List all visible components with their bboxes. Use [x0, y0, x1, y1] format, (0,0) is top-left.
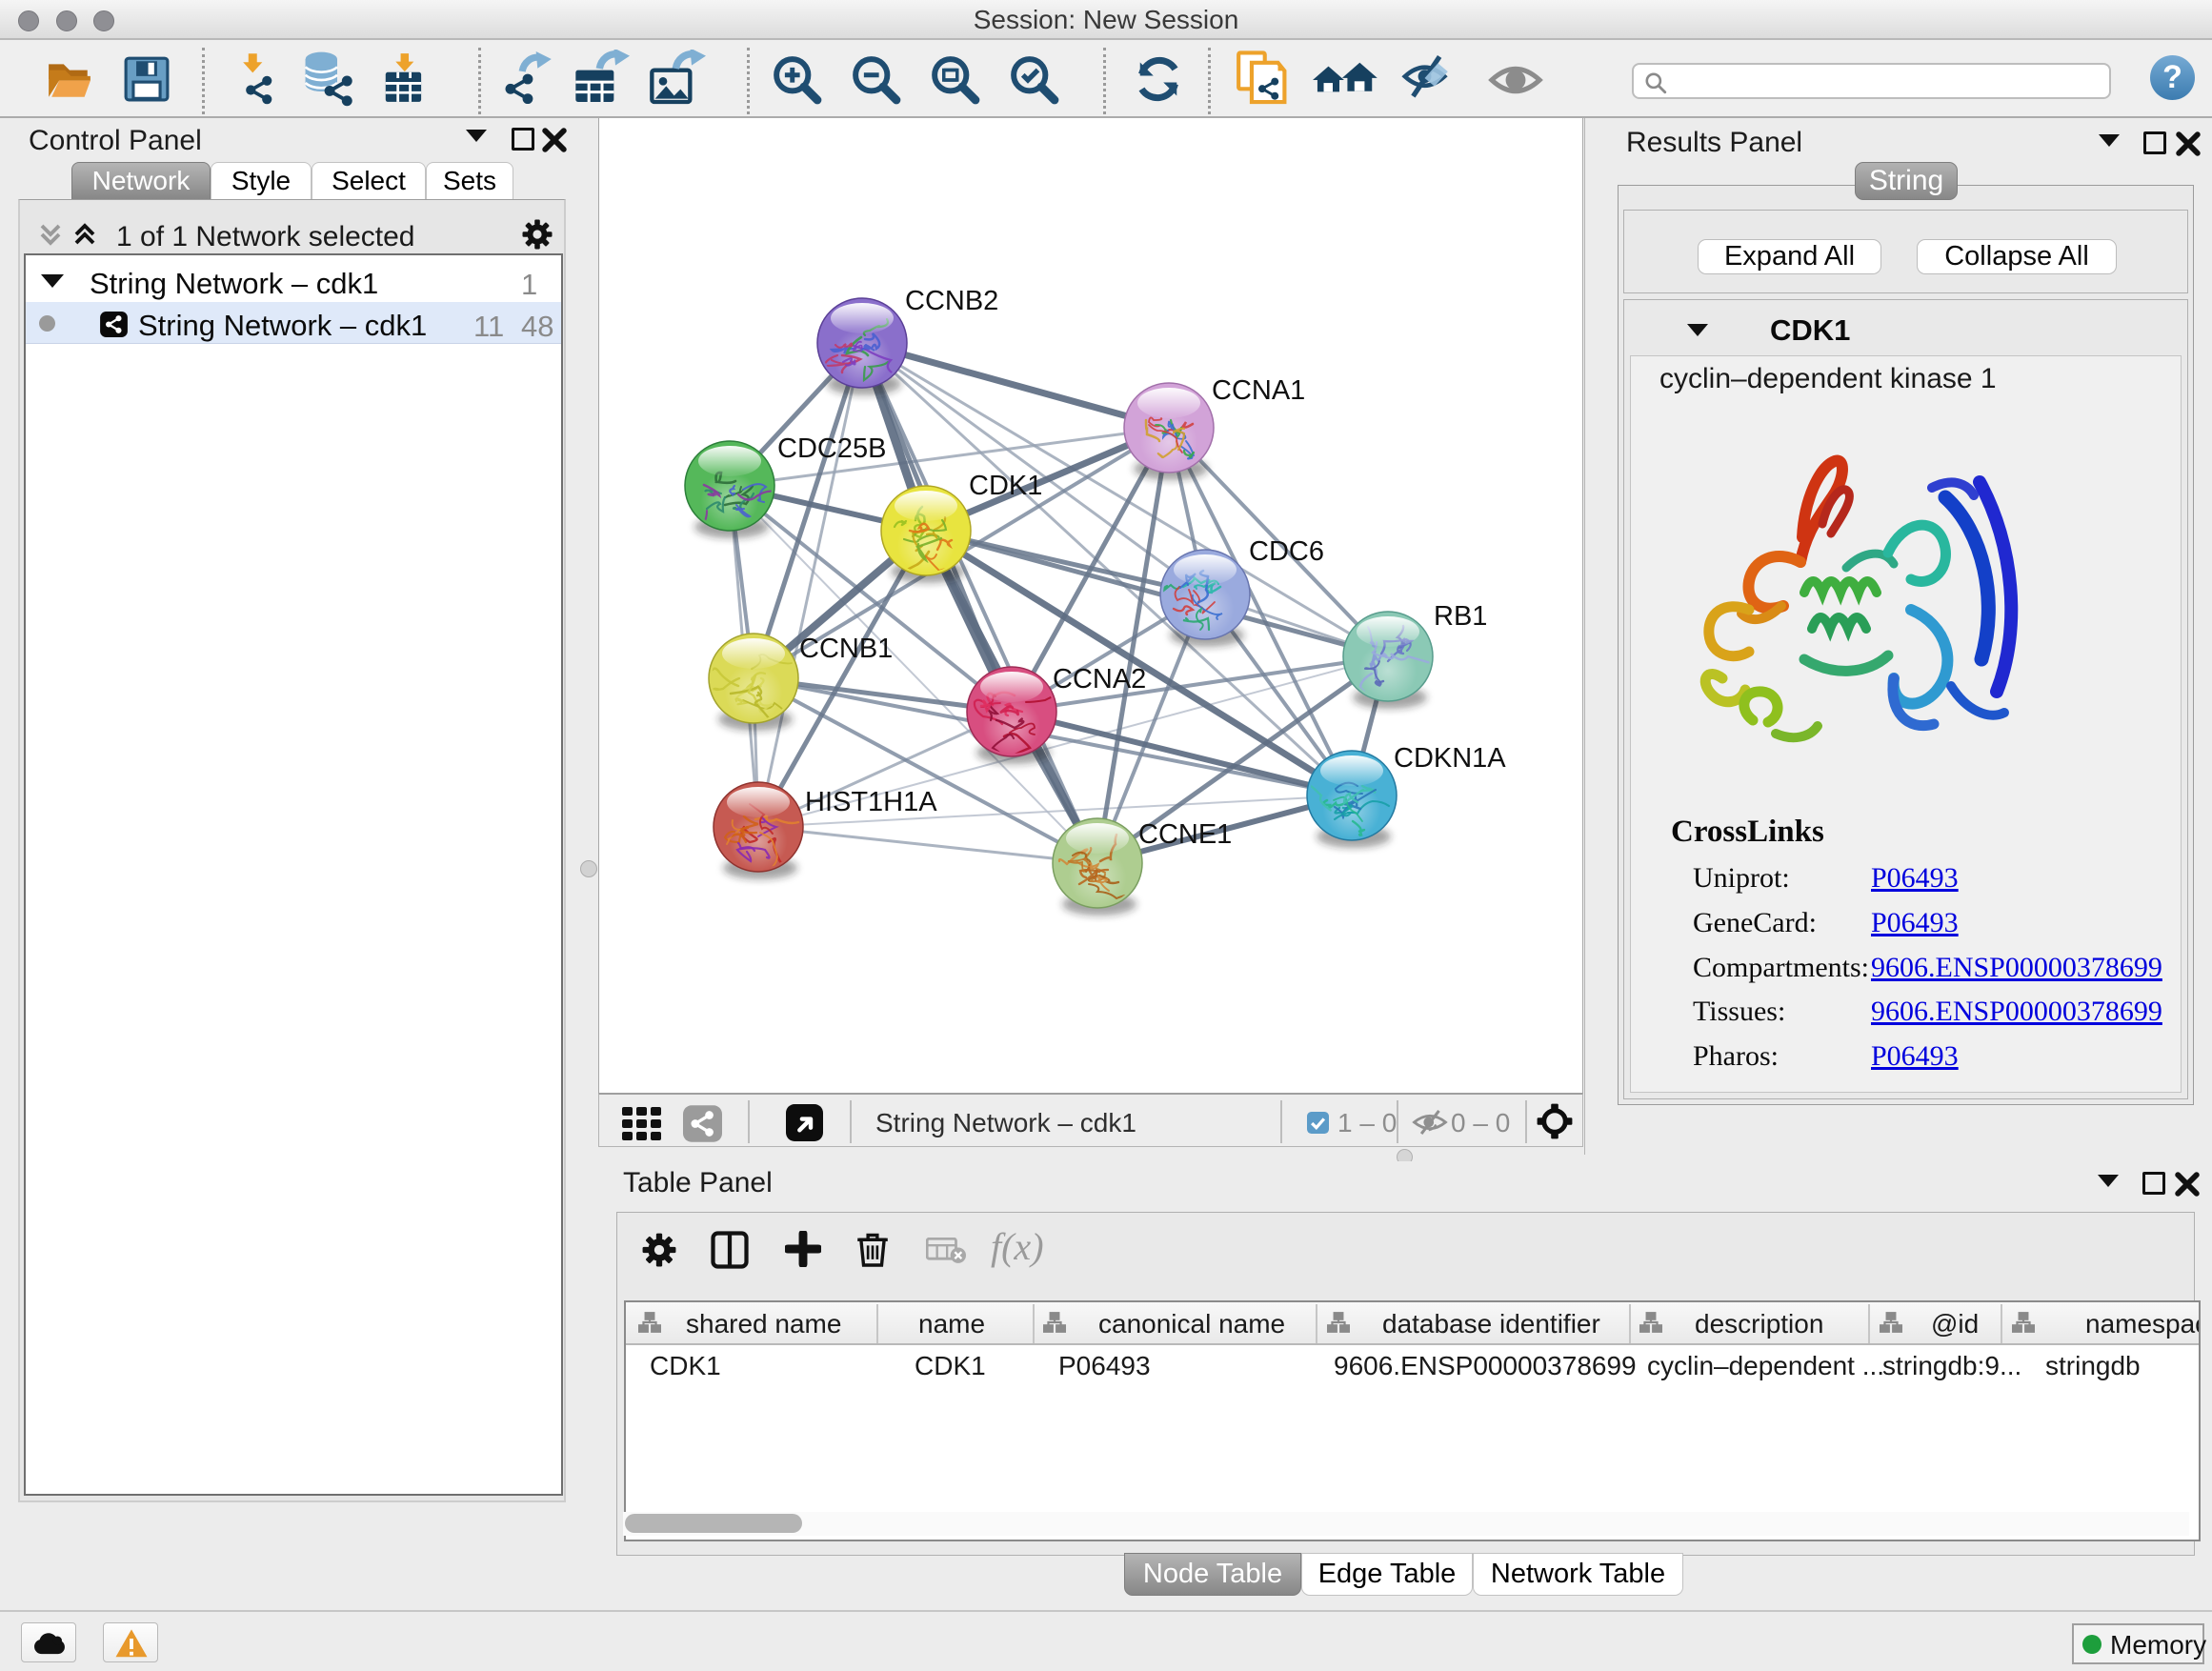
svg-text:CDKN1A: CDKN1A [1394, 743, 1506, 774]
svg-text:CDK1: CDK1 [969, 471, 1042, 501]
svg-text:CCNA1: CCNA1 [1212, 375, 1305, 406]
svg-text:CCNA2: CCNA2 [1053, 664, 1146, 695]
svg-text:CCNE1: CCNE1 [1138, 819, 1232, 850]
svg-text:CCNB1: CCNB1 [799, 634, 893, 664]
svg-text:CDC6: CDC6 [1249, 536, 1324, 567]
svg-text:HIST1H1A: HIST1H1A [805, 787, 937, 817]
svg-text:CCNB2: CCNB2 [905, 286, 998, 316]
svg-text:CDC25B: CDC25B [777, 433, 886, 464]
svg-text:RB1: RB1 [1434, 601, 1487, 632]
